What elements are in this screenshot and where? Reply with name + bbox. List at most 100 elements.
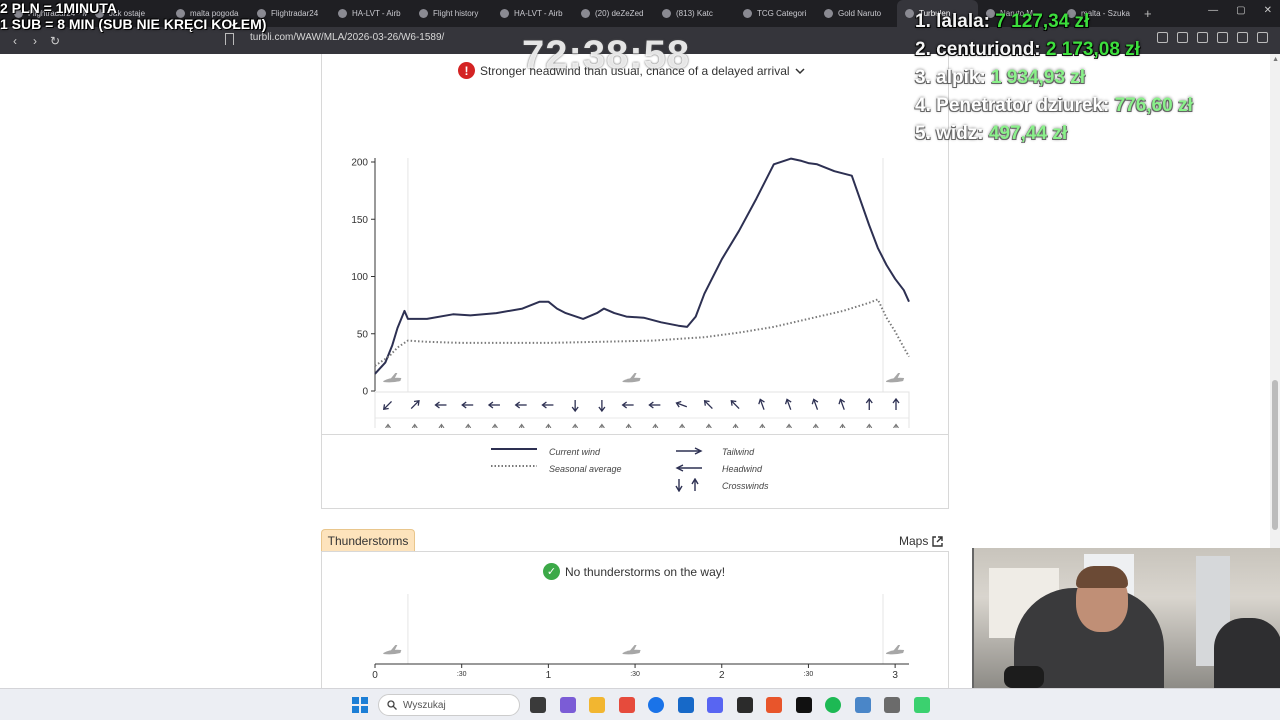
maximize-icon[interactable]: ▢ [1236, 5, 1245, 16]
x-tick-label: 1 [546, 670, 552, 681]
overlay-line-1: 2 PLN = 1MINUTA [0, 0, 117, 16]
browser-tab-label: Gold Naruto [838, 9, 882, 18]
browser-tab[interactable]: HA-LVT - Airb [330, 0, 411, 27]
discord-icon[interactable] [707, 697, 723, 713]
taskbar-search[interactable]: Wyszukaj [378, 694, 520, 716]
check-icon: ✓ [543, 563, 560, 580]
x-tick-label: :30 [804, 671, 814, 678]
window-controls: — ▢ ✕ [1208, 5, 1272, 16]
leaderboard-row: 5. widz: 497,44 zł [915, 120, 1193, 148]
app-icon[interactable] [913, 697, 930, 713]
scroll-up-icon[interactable]: ▲ [1272, 56, 1279, 63]
maps-link[interactable]: Maps [899, 534, 944, 548]
browser-tab[interactable]: HA-LVT - Airb [492, 0, 573, 27]
landing-plane-icon [886, 645, 905, 655]
legend-crosswinds: Crosswinds [722, 481, 769, 491]
browser-tab[interactable]: TCG Categori [735, 0, 816, 27]
browser-tab[interactable]: (20) deZeZed [573, 0, 654, 27]
thunderstorm-status: ✓ No thunderstorms on the way! [543, 563, 725, 580]
y-tick-label: 200 [351, 158, 368, 169]
legend-current-wind: Current wind [549, 447, 601, 457]
tab-favicon-icon [581, 9, 590, 18]
task-view-icon[interactable] [530, 697, 546, 713]
tab-favicon-icon [419, 9, 428, 18]
browser-tab[interactable]: Flight history [411, 0, 492, 27]
leaderboard-name: centuriond: [936, 39, 1041, 60]
leaderboard-row: 4. Penetrator dziurek: 776,60 zł [915, 92, 1193, 120]
x-tick-label: 3 [892, 670, 898, 681]
warning-icon: ! [458, 62, 475, 79]
browser-tab-label: TCG Categori [757, 9, 807, 18]
leaderboard-name: widz: [936, 123, 984, 144]
browser-tab[interactable]: Gold Naruto [816, 0, 897, 27]
landing-plane-icon [886, 373, 905, 383]
headwind-arrow-icon [675, 464, 702, 472]
microphone [1004, 666, 1044, 688]
wind-direction-box [374, 391, 910, 428]
leaderboard-row: 2. centuriond: 2 173,08 zł [915, 36, 1193, 64]
bookmark-icon[interactable] [225, 33, 234, 45]
scrollbar-thumb[interactable] [1272, 380, 1278, 530]
leaderboard-amount: 776,60 zł [1114, 95, 1193, 116]
webcam-second-person [1214, 618, 1280, 688]
seasonal-average-line [374, 298, 910, 367]
app-icon[interactable] [884, 697, 900, 713]
chrome-icon[interactable] [648, 697, 664, 713]
extension-icon[interactable] [1257, 32, 1268, 43]
leaderboard-amount: 497,44 zł [988, 123, 1068, 144]
webcam-overlay [972, 548, 1280, 688]
takeoff-plane-icon [383, 645, 402, 655]
brave-dev-icon[interactable] [766, 697, 782, 713]
external-link-icon [932, 535, 944, 547]
reload-icon[interactable]: ↻ [50, 34, 60, 48]
taskbar-search-placeholder: Wyszukaj [403, 699, 446, 711]
url-field[interactable]: turbli.com/WAW/MLA/2026-03-26/W6-1589/ [250, 32, 444, 43]
seasonal-average-legend-line [491, 465, 537, 467]
leaderboard-name: lalala: [936, 11, 991, 32]
copilot-icon[interactable] [559, 697, 576, 713]
y-tick-label: 150 [351, 215, 368, 226]
leaderboard-rank: 1. [915, 11, 931, 32]
leaderboard-rank: 2. [915, 39, 931, 60]
maps-link-label: Maps [899, 534, 929, 548]
minimize-icon[interactable]: — [1208, 5, 1218, 16]
crosswinds-arrows-icon [675, 478, 699, 492]
brave-icon[interactable] [618, 697, 635, 713]
obs-icon[interactable] [736, 697, 753, 713]
spotify-icon[interactable] [825, 697, 841, 713]
tab-favicon-icon [662, 9, 671, 18]
leaderboard-rank: 3. [915, 67, 931, 88]
back-icon[interactable]: ‹ [10, 34, 20, 48]
browser-tab[interactable]: (813) Katc [654, 0, 735, 27]
extension-icon[interactable] [1217, 32, 1228, 43]
x-tick-label: :30 [457, 671, 467, 678]
legend-tailwind: Tailwind [722, 447, 755, 457]
cruise-plane-icon [622, 645, 641, 655]
capture-icon[interactable] [795, 697, 812, 713]
leaderboard-row: 1. lalala: 7 127,34 zł [915, 8, 1193, 36]
leaderboard-rank: 4. [915, 95, 931, 116]
thunderstorm-status-text: No thunderstorms on the way! [565, 564, 726, 579]
calculator-icon[interactable] [854, 697, 871, 713]
stream-timer: 72:38:58 [522, 33, 691, 77]
store-icon[interactable] [677, 697, 694, 713]
extension-icon[interactable] [1237, 32, 1248, 43]
thunderstorm-chart: 0:30 1:30 2:30 3 [372, 594, 909, 681]
leaderboard-rank: 5. [915, 123, 931, 144]
current-wind-legend-line [491, 448, 537, 450]
forward-icon[interactable]: › [30, 34, 40, 48]
leaderboard-amount: 2 173,08 zł [1045, 39, 1140, 60]
search-icon [387, 700, 397, 710]
donation-leaderboard: 1. lalala: 7 127,34 zł 2. centuriond: 2 1… [915, 8, 1193, 148]
file-explorer-icon[interactable] [589, 697, 605, 713]
wind-chart: 0501001502000:301:302:303WAWFlight hours… [351, 158, 910, 428]
tab-favicon-icon [743, 9, 752, 18]
chevron-down-icon [795, 67, 805, 74]
windows-start-icon[interactable] [352, 697, 368, 713]
thunderstorms-tab[interactable]: Thunderstorms [321, 529, 415, 552]
extension-icon[interactable] [1197, 32, 1208, 43]
browser-tab-label: HA-LVT - Airb [352, 9, 401, 18]
close-icon[interactable]: ✕ [1264, 5, 1272, 16]
leaderboard-row: 3. alpik: 1 934,93 zł [915, 64, 1193, 92]
leaderboard-amount: 1 934,93 zł [991, 67, 1086, 88]
